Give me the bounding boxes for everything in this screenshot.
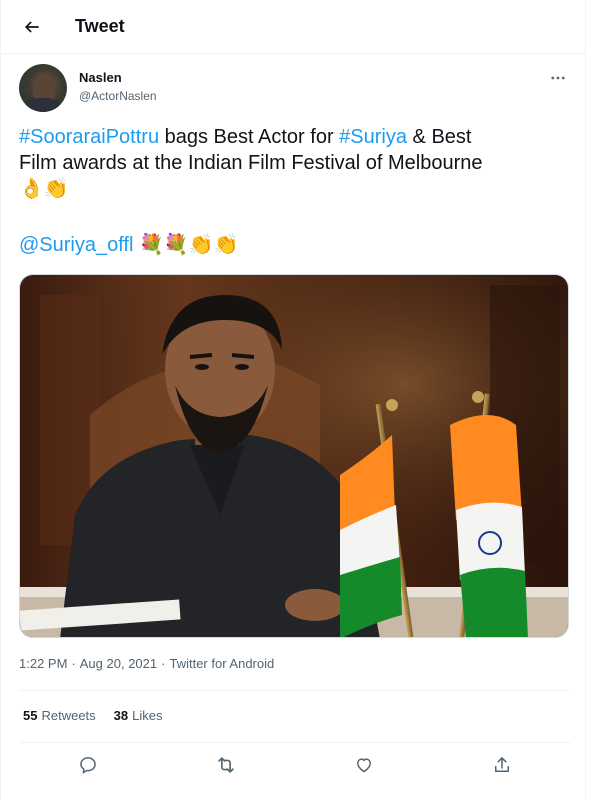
avatar[interactable] [19,64,67,112]
heart-icon [357,758,371,773]
tweet-photo[interactable] [19,274,569,638]
emoji-group: 💐💐👏👏 [139,234,239,256]
meta-separator: · [71,656,76,671]
author-handle[interactable]: @ActorNaslen [79,89,157,103]
reply-icon [80,757,96,774]
author-name[interactable]: Naslen [79,70,122,85]
reply-button[interactable] [73,750,103,780]
tweet-stats: 55 Retweets 38 Likes [23,708,163,723]
mention-link[interactable]: @Suriya_offl [19,234,133,256]
retweets-stat[interactable]: 55 Retweets [23,708,96,723]
hashtag-link[interactable]: #SoorarаiPottru [19,126,159,148]
tweet-source[interactable]: Twitter for Android [169,656,274,671]
tweet-text-line-1: #SoorarаiPottru bags Best Actor for #Sur… [19,124,571,150]
retweets-count: 55 [23,708,38,723]
page-header: Tweet [1,0,585,54]
share-button[interactable] [487,750,517,780]
avatar-shirt [25,98,61,112]
back-button[interactable] [19,14,45,40]
tweet-actions [19,748,571,782]
page-title: Tweet [75,16,125,36]
arrow-left-icon [24,21,39,33]
likes-count: 38 [113,708,129,723]
likes-stat[interactable]: 38 Likes [114,708,163,723]
tweet-date[interactable]: Aug 20, 2021 [80,656,157,671]
likes-label: Likes [132,708,163,723]
tweet-page: Tweet Naslen @ActorNaslen #SoorarаiPottr… [0,0,586,800]
tweet-text-segment: & Best [406,126,472,148]
emoji-line: 👌👏 [19,178,69,200]
retweet-button[interactable] [211,750,241,780]
like-button[interactable] [349,750,379,780]
meta-separator: · [161,656,166,671]
divider [19,742,571,743]
share-icon [495,757,509,772]
more-horizontal-icon [551,76,565,80]
mention-line: @Suriya_offl 💐💐👏👏 [19,232,239,258]
hashtag-link[interactable]: #Suriya [339,126,407,148]
retweets-label: Retweets [41,708,96,723]
retweet-icon [218,757,234,773]
more-button[interactable] [545,68,571,88]
tweet-time[interactable]: 1:22 PM [19,656,67,671]
divider [19,690,571,691]
tweet-text-segment: bags Best Actor for [159,126,340,148]
tweet-text: #SoorarаiPottru bags Best Actor for #Sur… [19,124,571,202]
tweet-meta: 1:22 PM · Aug 20, 2021 · Twitter for Android [19,656,274,671]
tweet-author: Naslen @ActorNaslen [19,64,571,114]
photo-illustration [20,275,568,637]
tweet-text-line-2: Film awards at the Indian Film Festival … [19,152,483,174]
